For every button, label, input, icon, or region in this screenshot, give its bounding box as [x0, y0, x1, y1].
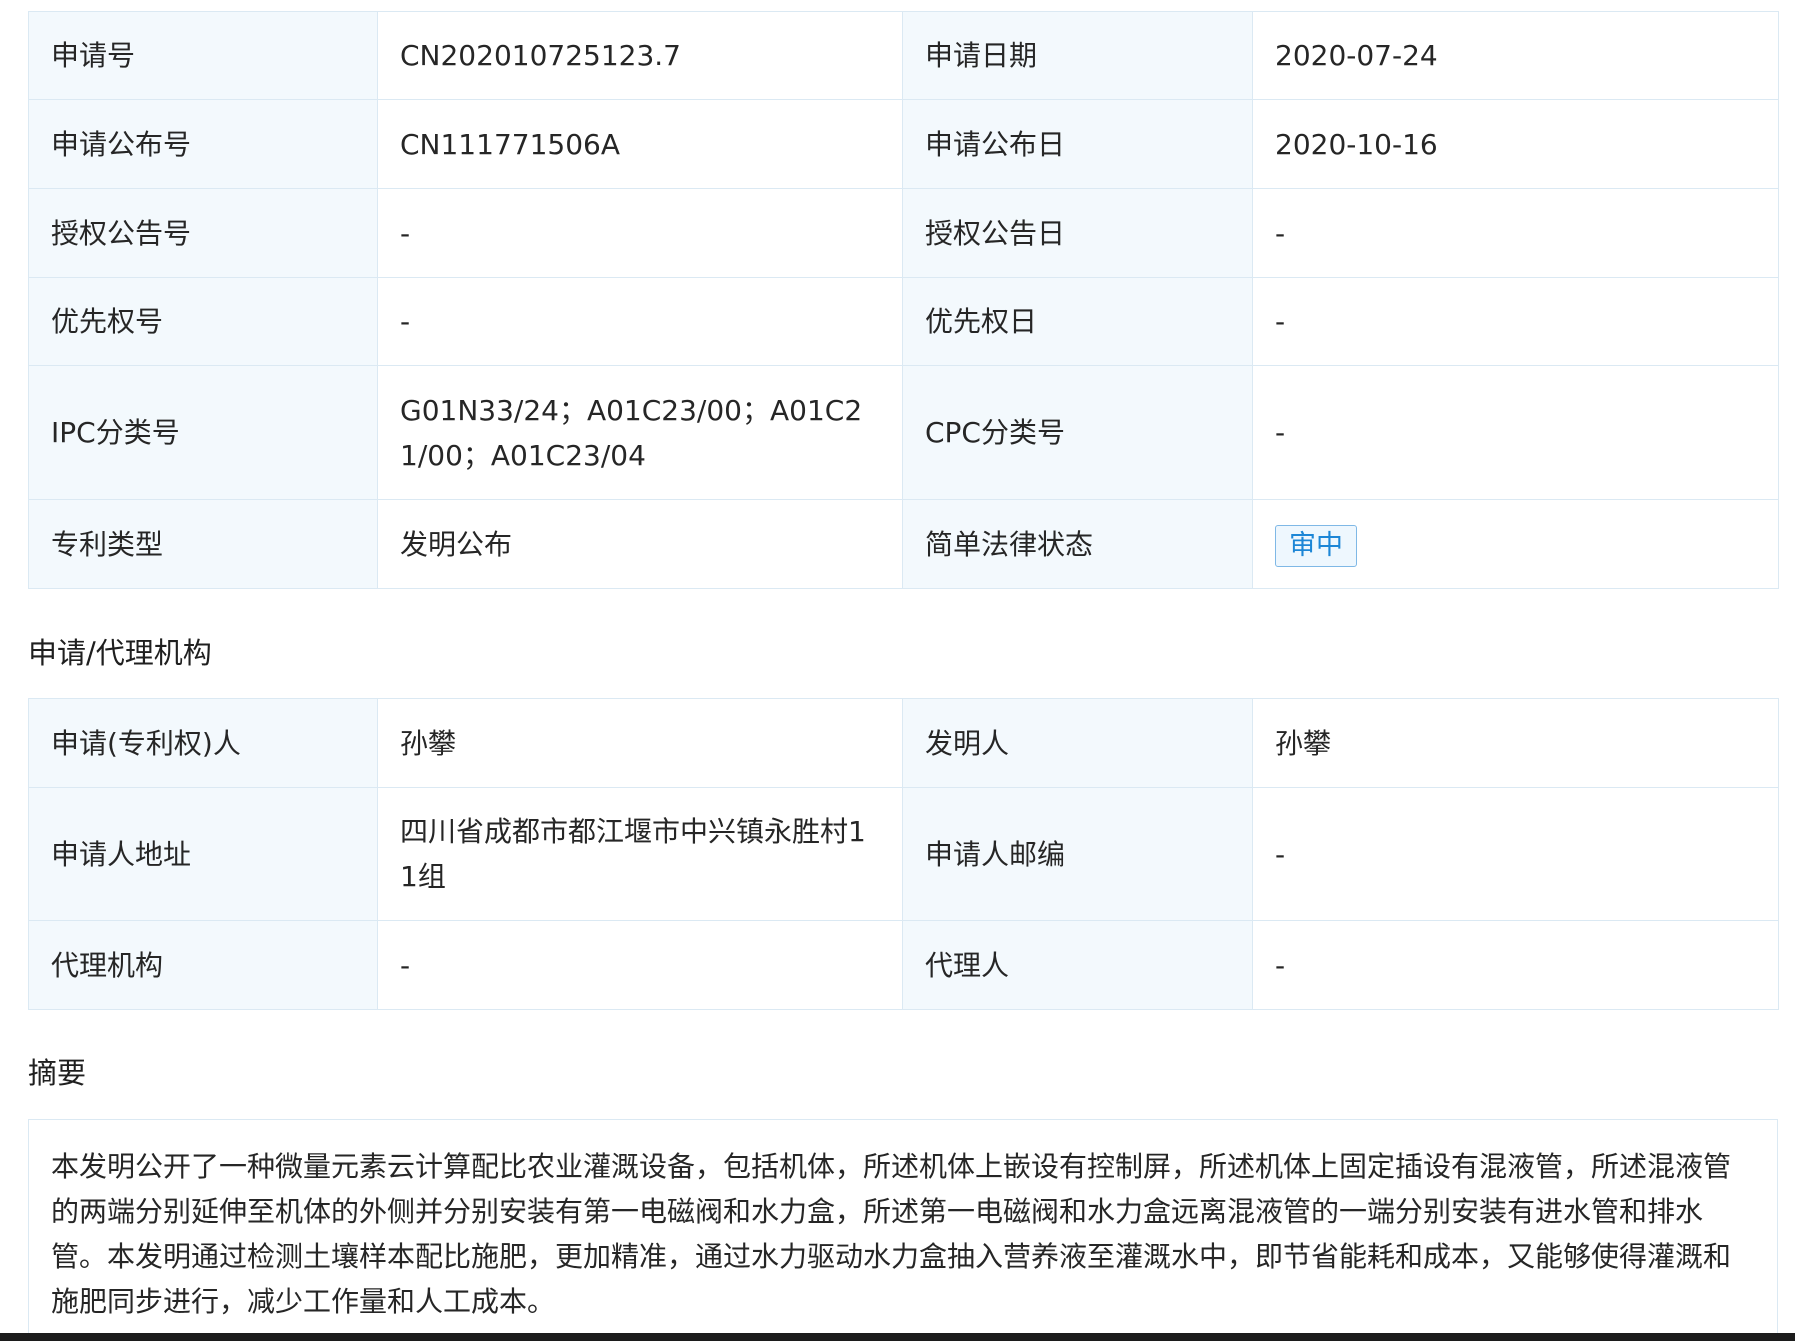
- priority-date-label: 优先权日: [902, 277, 1253, 366]
- inventor-value: 孙攀: [1252, 698, 1779, 788]
- agency-value: -: [377, 920, 903, 1010]
- table-row: 代理机构 - 代理人 -: [28, 920, 1779, 1010]
- table-row: 专利类型 发明公布 简单法律状态 审中: [28, 499, 1779, 589]
- applicant-label: 申请(专利权)人: [28, 698, 378, 788]
- abstract-box: 本发明公开了一种微量元素云计算配比农业灌溉设备，包括机体，所述机体上嵌设有控制屏…: [28, 1119, 1778, 1341]
- inventor-label: 发明人: [902, 698, 1253, 788]
- agent-label: 代理人: [902, 920, 1253, 1010]
- basic-info-table: 申请号 CN202010725123.7 申请日期 2020-07-24 申请公…: [28, 11, 1779, 589]
- application-number-value: CN202010725123.7: [377, 11, 903, 100]
- grant-number-label: 授权公告号: [28, 188, 378, 278]
- publication-date-label: 申请公布日: [902, 99, 1253, 189]
- legal-status-label: 简单法律状态: [902, 499, 1253, 589]
- patent-detail-page: 申请号 CN202010725123.7 申请日期 2020-07-24 申请公…: [0, 0, 1795, 1341]
- priority-number-value: -: [377, 277, 903, 366]
- application-number-label: 申请号: [28, 11, 378, 100]
- publication-number-label: 申请公布号: [28, 99, 378, 189]
- table-row: IPC分类号 G01N33/24；A01C23/00；A01C21/00；A01…: [28, 365, 1779, 500]
- table-row: 优先权号 - 优先权日 -: [28, 277, 1779, 366]
- grant-date-value: -: [1252, 188, 1779, 278]
- grant-number-value: -: [377, 188, 903, 278]
- applicant-value: 孙攀: [377, 698, 903, 788]
- grant-date-label: 授权公告日: [902, 188, 1253, 278]
- cpc-class-label: CPC分类号: [902, 365, 1253, 500]
- agency-section-title: 申请/代理机构: [28, 636, 212, 670]
- legal-status-cell: 审中: [1252, 499, 1779, 589]
- agent-value: -: [1252, 920, 1779, 1010]
- ipc-class-value: G01N33/24；A01C23/00；A01C21/00；A01C23/04: [377, 365, 903, 500]
- table-row: 申请(专利权)人 孙攀 发明人 孙攀: [28, 698, 1779, 788]
- applicant-address-label: 申请人地址: [28, 787, 378, 921]
- ipc-class-label: IPC分类号: [28, 365, 378, 500]
- table-row: 申请公布号 CN111771506A 申请公布日 2020-10-16: [28, 99, 1779, 189]
- priority-number-label: 优先权号: [28, 277, 378, 366]
- priority-date-value: -: [1252, 277, 1779, 366]
- abstract-text: 本发明公开了一种微量元素云计算配比农业灌溉设备，包括机体，所述机体上嵌设有控制屏…: [51, 1150, 1732, 1318]
- application-date-value: 2020-07-24: [1252, 11, 1779, 100]
- cpc-class-value: -: [1252, 365, 1779, 500]
- patent-type-value: 发明公布: [377, 499, 903, 589]
- status-badge: 审中: [1275, 524, 1357, 567]
- abstract-section-title: 摘要: [28, 1056, 87, 1090]
- publication-number-value: CN111771506A: [377, 99, 903, 189]
- application-date-label: 申请日期: [902, 11, 1253, 100]
- bottom-divider: [0, 1333, 1795, 1341]
- applicant-zip-label: 申请人邮编: [902, 787, 1253, 921]
- agency-info-table: 申请(专利权)人 孙攀 发明人 孙攀 申请人地址 四川省成都市都江堰市中兴镇永胜…: [28, 698, 1779, 1010]
- applicant-zip-value: -: [1252, 787, 1779, 921]
- applicant-address-value: 四川省成都市都江堰市中兴镇永胜村11组: [377, 787, 903, 921]
- table-row: 申请号 CN202010725123.7 申请日期 2020-07-24: [28, 11, 1779, 100]
- publication-date-value: 2020-10-16: [1252, 99, 1779, 189]
- agency-label: 代理机构: [28, 920, 378, 1010]
- patent-type-label: 专利类型: [28, 499, 378, 589]
- table-row: 授权公告号 - 授权公告日 -: [28, 188, 1779, 278]
- table-row: 申请人地址 四川省成都市都江堰市中兴镇永胜村11组 申请人邮编 -: [28, 787, 1779, 921]
